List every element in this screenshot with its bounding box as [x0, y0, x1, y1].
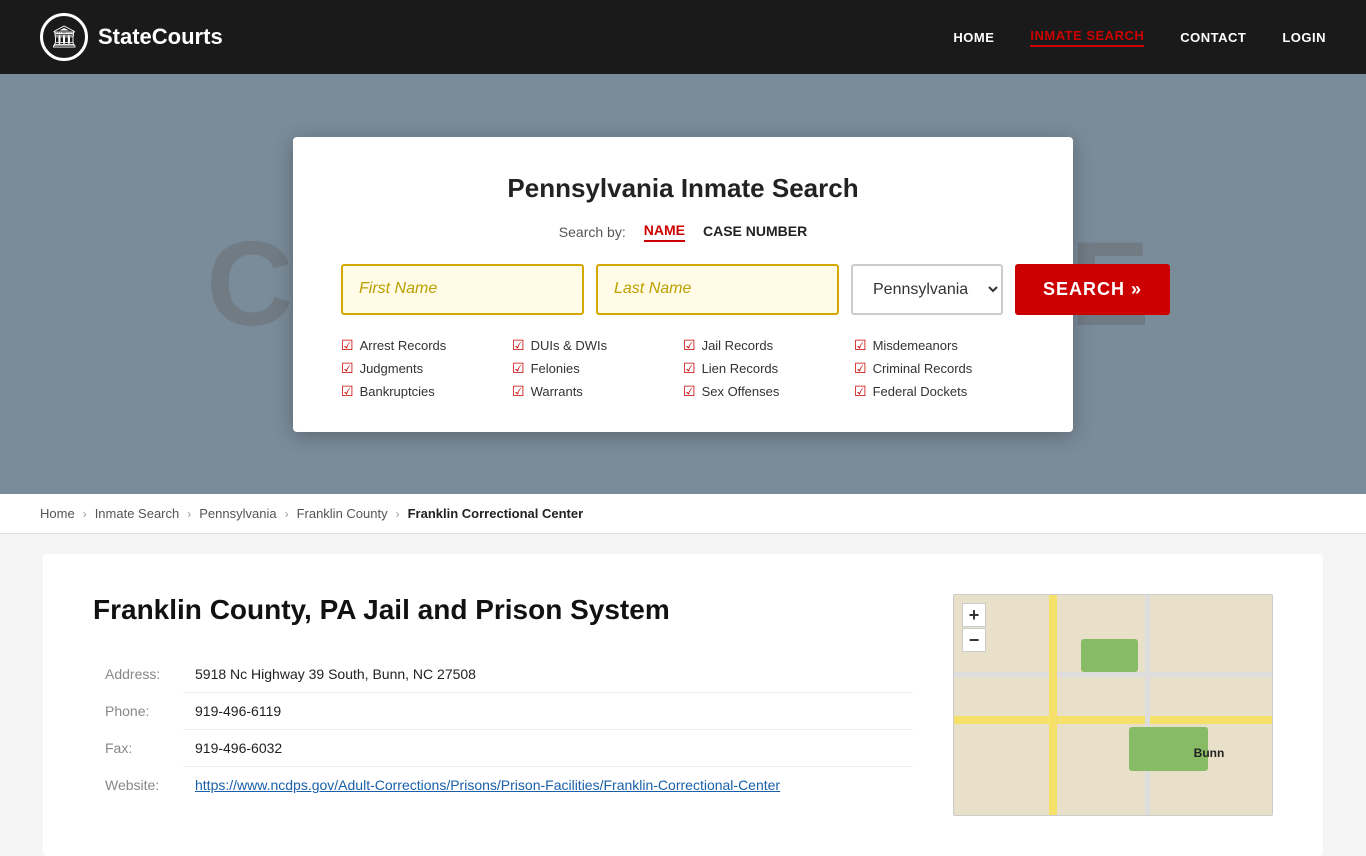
- breadcrumb: Home › Inmate Search › Pennsylvania › Fr…: [0, 494, 1366, 534]
- check-icon-sex-offenses: ☑: [683, 383, 696, 400]
- feature-label-sex-offenses: Sex Offenses: [702, 384, 780, 399]
- breadcrumb-sep-3: ›: [285, 507, 289, 521]
- features-grid: ☑ Arrest Records ☑ DUIs & DWIs ☑ Jail Re…: [341, 337, 1025, 400]
- check-icon-arrest: ☑: [341, 337, 354, 354]
- map-controls[interactable]: + −: [962, 603, 986, 652]
- site-header: 🏛 StateCourts HOME INMATE SEARCH CONTACT…: [0, 0, 1366, 74]
- last-name-input[interactable]: [596, 264, 839, 315]
- map-container: Bunn + −: [953, 594, 1273, 816]
- info-table: Address: 5918 Nc Highway 39 South, Bunn,…: [93, 656, 913, 803]
- state-select[interactable]: Pennsylvania Alabama Alaska California F…: [851, 264, 1003, 315]
- feature-label-misdemeanors: Misdemeanors: [873, 338, 958, 353]
- site-logo[interactable]: 🏛 StateCourts: [40, 13, 223, 61]
- tab-name[interactable]: NAME: [644, 222, 685, 242]
- phone-value: 919-496-6119: [183, 693, 913, 730]
- feature-label-arrest: Arrest Records: [360, 338, 447, 353]
- zoom-out-button[interactable]: −: [962, 628, 986, 652]
- content-card: Franklin County, PA Jail and Prison Syst…: [43, 554, 1323, 856]
- check-icon-bankruptcies: ☑: [341, 383, 354, 400]
- breadcrumb-current: Franklin Correctional Center: [408, 506, 584, 521]
- fax-value: 919-496-6032: [183, 730, 913, 767]
- content-section: Franklin County, PA Jail and Prison Syst…: [0, 534, 1366, 856]
- feature-lien-records: ☑ Lien Records: [683, 360, 854, 377]
- breadcrumb-sep-2: ›: [187, 507, 191, 521]
- breadcrumb-franklin-county[interactable]: Franklin County: [297, 506, 388, 521]
- breadcrumb-inmate-search[interactable]: Inmate Search: [95, 506, 180, 521]
- website-label: Website:: [93, 767, 183, 804]
- address-row: Address: 5918 Nc Highway 39 South, Bunn,…: [93, 656, 913, 693]
- feature-felonies: ☑ Felonies: [512, 360, 683, 377]
- check-icon-jail: ☑: [683, 337, 696, 354]
- feature-judgments: ☑ Judgments: [341, 360, 512, 377]
- map-visual[interactable]: Bunn + −: [954, 595, 1272, 815]
- search-by-row: Search by: NAME CASE NUMBER: [341, 222, 1025, 242]
- facility-title: Franklin County, PA Jail and Prison Syst…: [93, 594, 913, 626]
- fax-label: Fax:: [93, 730, 183, 767]
- breadcrumb-pennsylvania[interactable]: Pennsylvania: [199, 506, 276, 521]
- search-button[interactable]: SEARCH »: [1015, 264, 1170, 315]
- feature-federal-dockets: ☑ Federal Dockets: [854, 383, 1025, 400]
- feature-warrants: ☑ Warrants: [512, 383, 683, 400]
- map-city-label: Bunn: [1194, 746, 1225, 760]
- check-icon-duis: ☑: [512, 337, 525, 354]
- feature-label-judgments: Judgments: [360, 361, 424, 376]
- feature-jail-records: ☑ Jail Records: [683, 337, 854, 354]
- feature-bankruptcies: ☑ Bankruptcies: [341, 383, 512, 400]
- feature-label-warrants: Warrants: [531, 384, 583, 399]
- search-by-label: Search by:: [559, 224, 626, 240]
- check-icon-misdemeanors: ☑: [854, 337, 867, 354]
- website-row: Website: https://www.ncdps.gov/Adult-Cor…: [93, 767, 913, 804]
- tab-case-number[interactable]: CASE NUMBER: [703, 223, 807, 241]
- breadcrumb-sep-4: ›: [396, 507, 400, 521]
- phone-label: Phone:: [93, 693, 183, 730]
- feature-label-duis: DUIs & DWIs: [531, 338, 608, 353]
- feature-label-federal: Federal Dockets: [873, 384, 968, 399]
- feature-label-jail: Jail Records: [702, 338, 774, 353]
- check-icon-felonies: ☑: [512, 360, 525, 377]
- zoom-in-button[interactable]: +: [962, 603, 986, 627]
- feature-arrest-records: ☑ Arrest Records: [341, 337, 512, 354]
- breadcrumb-home[interactable]: Home: [40, 506, 75, 521]
- facility-info: Franklin County, PA Jail and Prison Syst…: [93, 594, 913, 816]
- breadcrumb-sep-1: ›: [83, 507, 87, 521]
- hero-section: COURTHOUSE Pennsylvania Inmate Search Se…: [0, 74, 1366, 494]
- search-inputs-row: Pennsylvania Alabama Alaska California F…: [341, 264, 1025, 315]
- check-icon-criminal: ☑: [854, 360, 867, 377]
- nav-home[interactable]: HOME: [953, 30, 994, 45]
- feature-sex-offenses: ☑ Sex Offenses: [683, 383, 854, 400]
- logo-icon: 🏛: [40, 13, 88, 61]
- nav-login[interactable]: LOGIN: [1282, 30, 1326, 45]
- website-link[interactable]: https://www.ncdps.gov/Adult-Corrections/…: [195, 777, 780, 793]
- search-card-title: Pennsylvania Inmate Search: [341, 173, 1025, 204]
- main-nav: HOME INMATE SEARCH CONTACT LOGIN: [953, 28, 1326, 47]
- feature-label-lien: Lien Records: [702, 361, 779, 376]
- logo-text: StateCourts: [98, 24, 223, 50]
- nav-contact[interactable]: CONTACT: [1180, 30, 1246, 45]
- feature-duis: ☑ DUIs & DWIs: [512, 337, 683, 354]
- check-icon-federal: ☑: [854, 383, 867, 400]
- feature-label-felonies: Felonies: [531, 361, 580, 376]
- check-icon-warrants: ☑: [512, 383, 525, 400]
- feature-misdemeanors: ☑ Misdemeanors: [854, 337, 1025, 354]
- search-card: Pennsylvania Inmate Search Search by: NA…: [293, 137, 1073, 432]
- first-name-input[interactable]: [341, 264, 584, 315]
- phone-row: Phone: 919-496-6119: [93, 693, 913, 730]
- address-value: 5918 Nc Highway 39 South, Bunn, NC 27508: [183, 656, 913, 693]
- fax-row: Fax: 919-496-6032: [93, 730, 913, 767]
- feature-label-criminal: Criminal Records: [873, 361, 973, 376]
- feature-label-bankruptcies: Bankruptcies: [360, 384, 435, 399]
- address-label: Address:: [93, 656, 183, 693]
- nav-inmate-search[interactable]: INMATE SEARCH: [1030, 28, 1144, 47]
- check-icon-lien: ☑: [683, 360, 696, 377]
- website-value: https://www.ncdps.gov/Adult-Corrections/…: [183, 767, 913, 804]
- check-icon-judgments: ☑: [341, 360, 354, 377]
- feature-criminal-records: ☑ Criminal Records: [854, 360, 1025, 377]
